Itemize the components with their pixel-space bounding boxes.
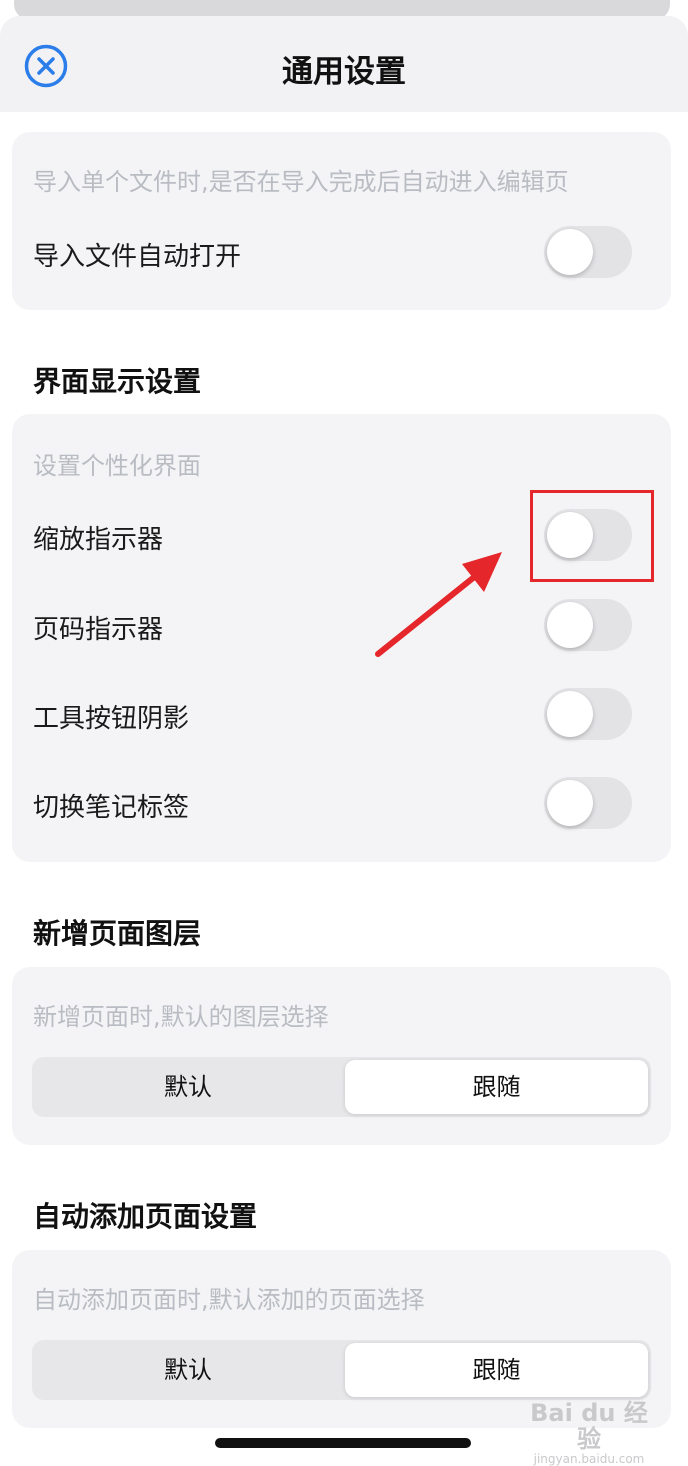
display-description: 设置个性化界面: [33, 452, 201, 480]
import-description: 导入单个文件时,是否在导入完成后自动进入编辑页: [33, 168, 569, 196]
switch-note-tabs-label: 切换笔记标签: [33, 793, 190, 823]
auto-open-toggle[interactable]: [544, 226, 632, 278]
segment-default[interactable]: 默认: [35, 1343, 341, 1397]
header-bar: 通用设置: [0, 16, 688, 112]
auto-add-page-section-title: 自动添加页面设置: [33, 1200, 258, 1233]
new-page-layer-description: 新增页面时,默认的图层选择: [33, 1003, 329, 1031]
page-number-indicator-toggle[interactable]: [544, 599, 632, 651]
segment-follow[interactable]: 跟随: [345, 1060, 648, 1114]
display-settings-card: 设置个性化界面 缩放指示器 页码指示器 工具按钮阴影 切换笔记标签: [12, 414, 671, 862]
tool-button-shadow-toggle[interactable]: [544, 688, 632, 740]
watermark-brand: Bai du 经验: [530, 1399, 648, 1453]
new-page-layer-card: 新增页面时,默认的图层选择 默认 跟随: [12, 967, 671, 1145]
toggle-knob: [547, 780, 593, 826]
highlight-box: [530, 490, 654, 582]
baidu-watermark: Bai du 经验 jingyan.baidu.com: [528, 1400, 650, 1466]
home-indicator[interactable]: [215, 1438, 471, 1448]
auto-add-page-description: 自动添加页面时,默认添加的页面选择: [33, 1286, 425, 1314]
import-settings-card: 导入单个文件时,是否在导入完成后自动进入编辑页 导入文件自动打开: [12, 132, 671, 310]
zoom-indicator-label: 缩放指示器: [33, 525, 164, 555]
new-page-layer-segmented-control: 默认 跟随: [32, 1057, 651, 1117]
red-arrow-icon: [375, 552, 502, 657]
new-page-layer-section-title: 新增页面图层: [33, 917, 202, 950]
segment-follow[interactable]: 跟随: [345, 1343, 648, 1397]
switch-note-tabs-toggle[interactable]: [544, 777, 632, 829]
page-number-indicator-label: 页码指示器: [33, 615, 164, 645]
toggle-knob: [547, 602, 593, 648]
toggle-knob: [547, 691, 593, 737]
toggle-knob: [547, 229, 593, 275]
auto-add-page-segmented-control: 默认 跟随: [32, 1340, 651, 1400]
auto-open-label: 导入文件自动打开: [33, 242, 242, 272]
tool-button-shadow-label: 工具按钮阴影: [33, 704, 190, 734]
page-title: 通用设置: [282, 54, 406, 90]
display-section-title: 界面显示设置: [33, 365, 202, 398]
watermark-url: jingyan.baidu.com: [533, 1452, 645, 1466]
segment-default[interactable]: 默认: [35, 1060, 341, 1114]
